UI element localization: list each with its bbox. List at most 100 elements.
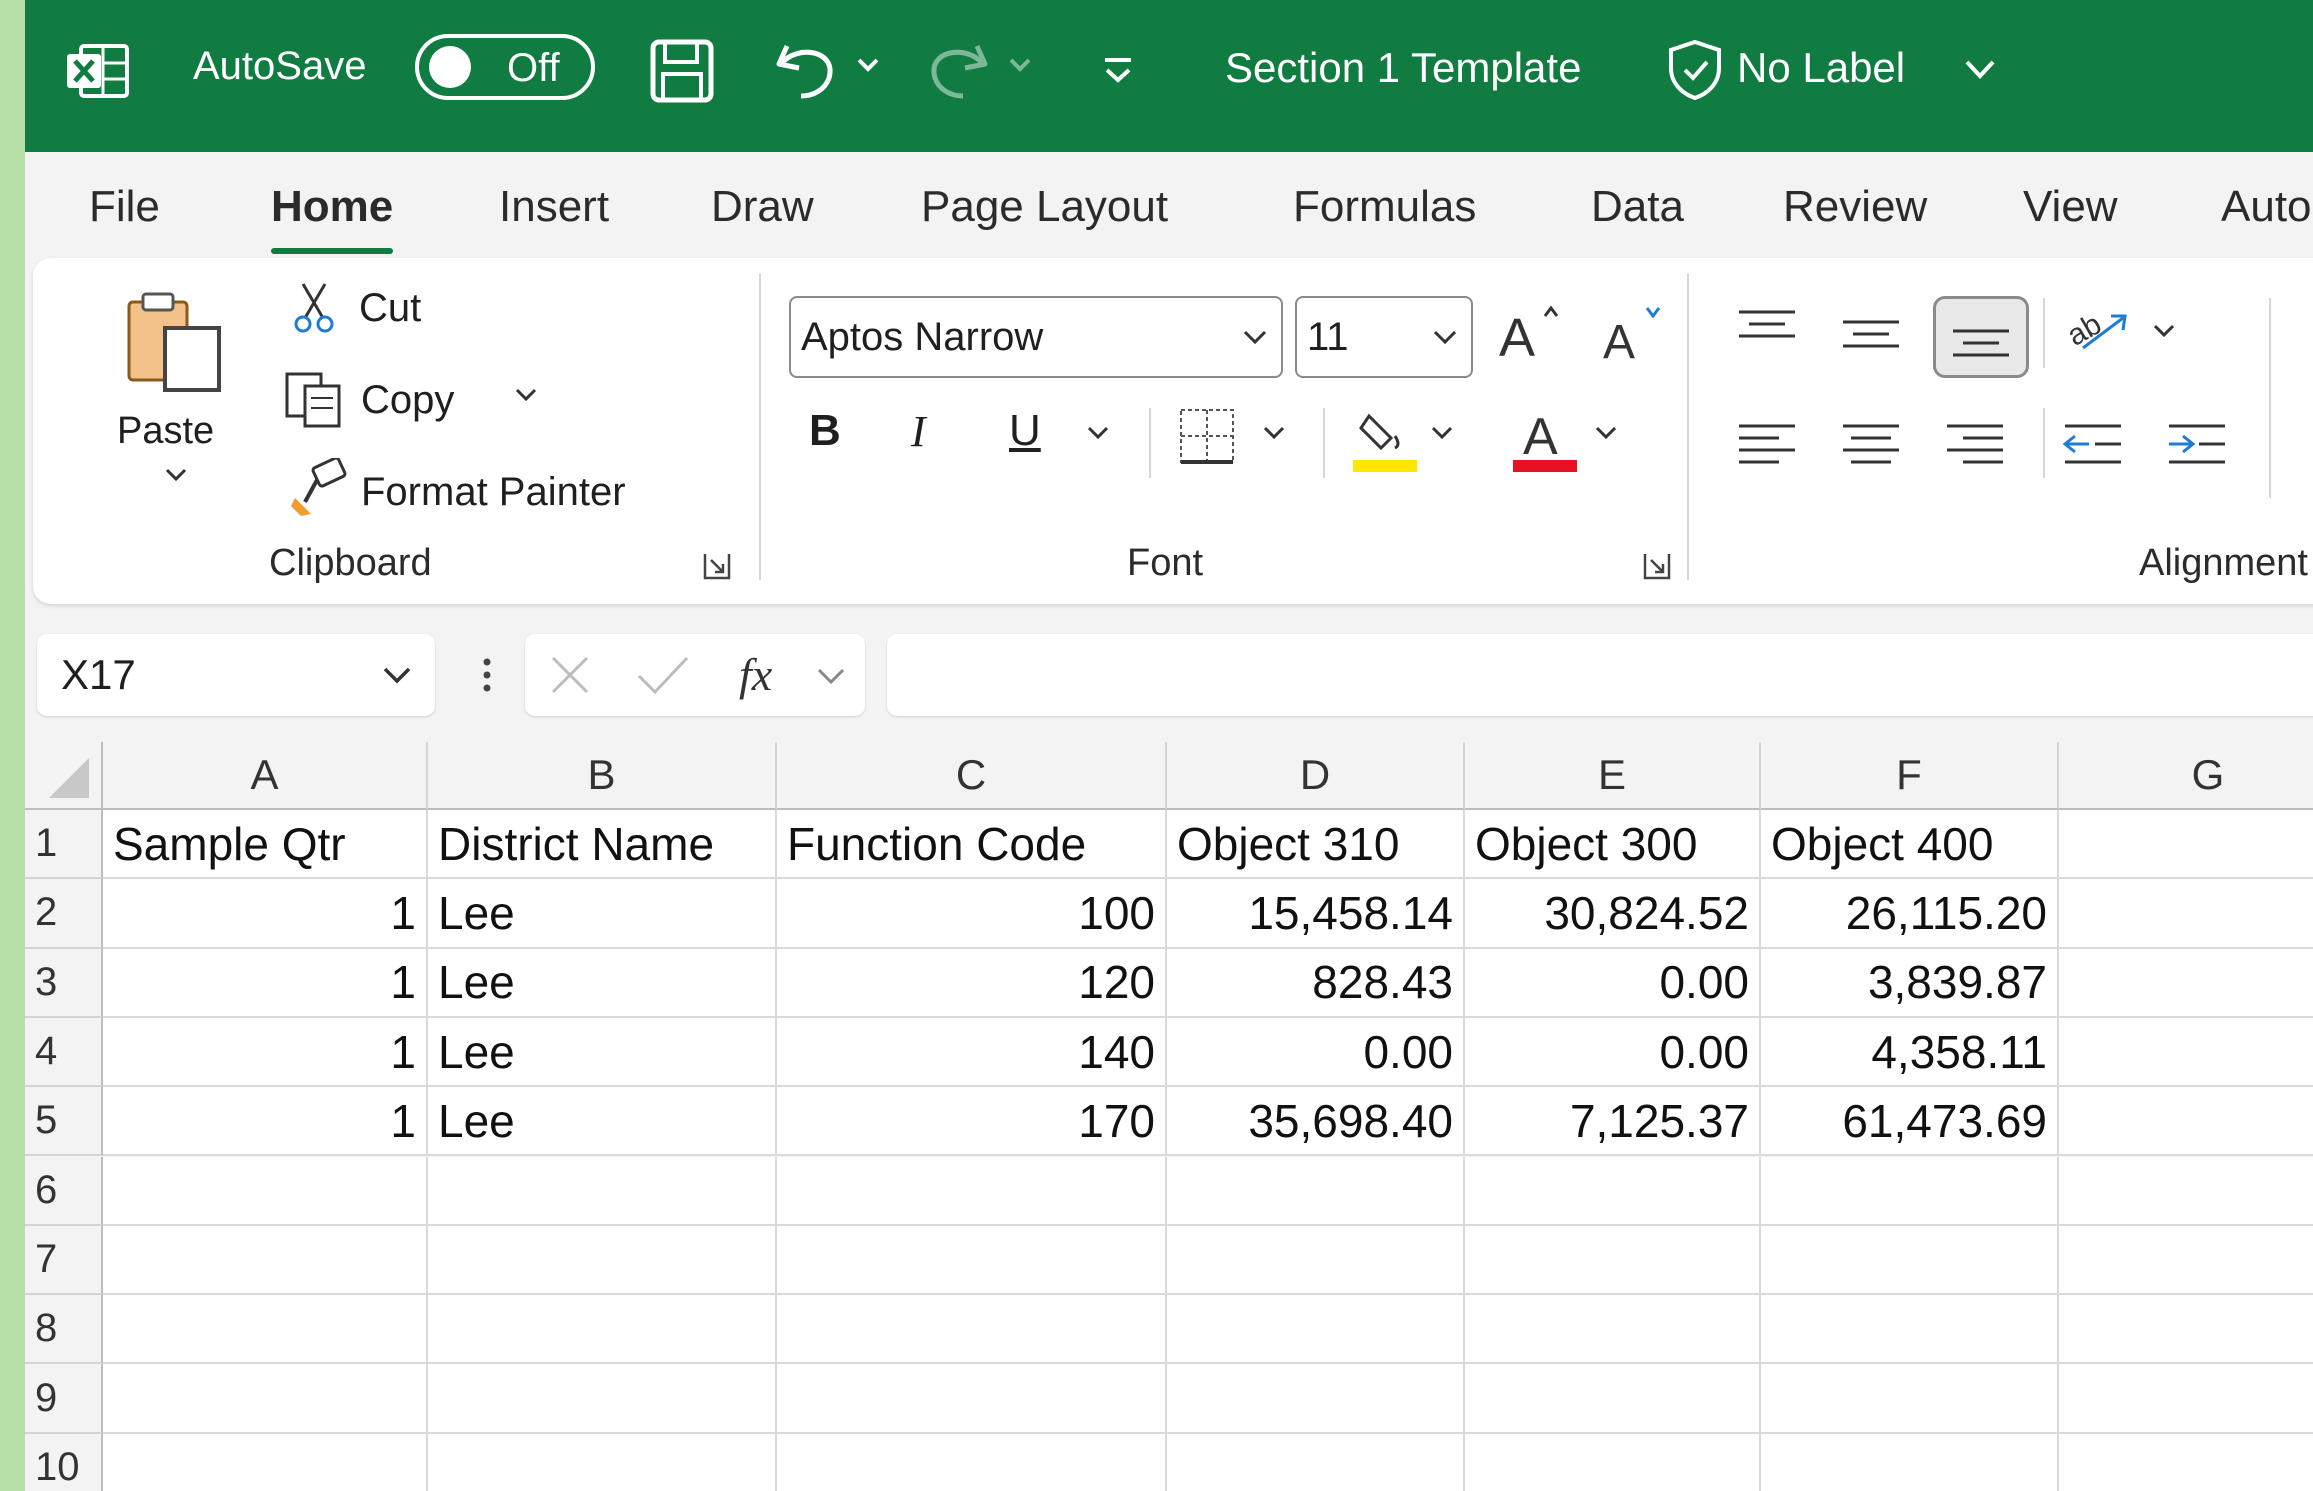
chevron-down-icon[interactable] — [1961, 56, 1999, 84]
align-top-icon[interactable] — [1735, 304, 1799, 352]
table-cell[interactable] — [777, 1225, 1167, 1296]
table-cell[interactable]: 170 — [777, 1087, 1167, 1157]
excel-logo-icon[interactable] — [63, 36, 133, 106]
table-cell[interactable]: 100 — [777, 879, 1167, 949]
font-size-combo[interactable]: 11 — [1295, 296, 1473, 378]
row-header[interactable]: 2 — [25, 879, 103, 949]
table-cell[interactable] — [2059, 1433, 2313, 1491]
tab-review[interactable]: Review — [1783, 182, 1927, 232]
chevron-down-icon[interactable] — [2149, 320, 2179, 344]
chevron-down-icon[interactable] — [1591, 422, 1621, 446]
dialog-launcher-icon[interactable] — [701, 550, 733, 582]
tab-automate[interactable]: Automate — [2221, 182, 2313, 232]
table-cell[interactable] — [103, 1156, 428, 1226]
column-header-b[interactable]: B — [428, 742, 777, 810]
table-cell[interactable] — [1761, 1225, 2059, 1296]
table-cell[interactable] — [1761, 1433, 2059, 1491]
row-header[interactable]: 4 — [25, 1017, 103, 1088]
chevron-down-icon[interactable] — [811, 660, 851, 694]
table-cell[interactable]: 1 — [103, 948, 428, 1018]
table-cell[interactable] — [428, 1433, 777, 1491]
chevron-down-icon[interactable] — [1427, 422, 1457, 446]
chevron-down-icon[interactable] — [511, 384, 541, 408]
column-header-c[interactable]: C — [777, 742, 1167, 810]
bold-button[interactable]: B — [809, 406, 841, 456]
font-color-icon[interactable]: A — [1511, 402, 1581, 478]
tab-data[interactable]: Data — [1591, 182, 1684, 232]
table-cell[interactable]: 26,115.20 — [1761, 879, 2059, 949]
table-cell[interactable] — [2059, 1364, 2313, 1434]
copy-button[interactable]: Copy — [361, 378, 454, 423]
table-cell[interactable] — [103, 1295, 428, 1365]
header-cell[interactable]: Object 300 — [1465, 810, 1761, 880]
table-cell[interactable]: Lee — [428, 948, 777, 1018]
tab-home[interactable]: Home — [271, 182, 394, 254]
table-cell[interactable] — [103, 1225, 428, 1296]
increase-font-size-icon[interactable]: A — [1493, 298, 1569, 374]
table-cell[interactable] — [2059, 948, 2313, 1018]
row-header[interactable]: 10 — [25, 1433, 103, 1491]
table-cell[interactable] — [777, 1295, 1167, 1365]
row-header[interactable]: 3 — [25, 948, 103, 1018]
column-header-g[interactable]: G — [2059, 742, 2313, 810]
table-cell[interactable] — [428, 1295, 777, 1365]
table-cell[interactable] — [103, 1364, 428, 1434]
tab-page-layout[interactable]: Page Layout — [921, 182, 1168, 232]
format-painter-icon[interactable] — [287, 458, 349, 518]
increase-indent-icon[interactable] — [2165, 420, 2229, 472]
table-cell[interactable]: 4,358.11 — [1761, 1017, 2059, 1088]
autosave-toggle[interactable]: Off — [415, 34, 595, 100]
tab-file[interactable]: File — [89, 182, 160, 232]
name-box[interactable]: X17 — [37, 634, 435, 716]
paste-button[interactable]: Paste — [117, 410, 214, 453]
chevron-down-icon[interactable] — [1083, 422, 1113, 446]
table-cell[interactable] — [1465, 1364, 1761, 1434]
font-name-combo[interactable]: Aptos Narrow — [789, 296, 1283, 378]
chevron-down-icon[interactable] — [1259, 422, 1289, 446]
table-cell[interactable]: 1 — [103, 1087, 428, 1157]
document-title[interactable]: Section 1 Template — [1225, 44, 1581, 92]
header-cell[interactable]: Function Code — [777, 810, 1167, 880]
column-header-a[interactable]: A — [103, 742, 428, 810]
select-all-corner[interactable] — [25, 742, 103, 810]
column-header-d[interactable]: D — [1167, 742, 1465, 810]
table-cell[interactable]: Lee — [428, 1087, 777, 1157]
paste-icon[interactable] — [119, 288, 229, 398]
dialog-launcher-icon[interactable] — [1641, 550, 1673, 582]
table-cell[interactable]: 7,125.37 — [1465, 1087, 1761, 1157]
tab-formulas[interactable]: Formulas — [1293, 182, 1476, 232]
table-cell[interactable]: 35,698.40 — [1167, 1087, 1465, 1157]
italic-button[interactable]: I — [911, 406, 926, 457]
table-cell[interactable] — [1167, 1433, 1465, 1491]
table-cell[interactable] — [1761, 1295, 2059, 1365]
tab-insert[interactable]: Insert — [499, 182, 609, 232]
insert-function-button[interactable]: fx — [739, 648, 772, 701]
header-cell[interactable]: District Name — [428, 810, 777, 880]
table-cell[interactable]: 61,473.69 — [1761, 1087, 2059, 1157]
table-cell[interactable] — [2059, 1295, 2313, 1365]
customize-qat-icon[interactable] — [1093, 50, 1143, 90]
tab-view[interactable]: View — [2023, 182, 2118, 232]
align-bottom-icon[interactable] — [1933, 296, 2029, 378]
row-header[interactable]: 9 — [25, 1364, 103, 1434]
column-header-f[interactable]: F — [1761, 742, 2059, 810]
table-cell[interactable] — [1761, 1156, 2059, 1226]
table-cell[interactable]: 30,824.52 — [1465, 879, 1761, 949]
table-cell[interactable] — [1465, 1225, 1761, 1296]
enter-icon[interactable] — [633, 652, 693, 698]
table-cell[interactable]: 828.43 — [1167, 948, 1465, 1018]
table-cell[interactable]: Lee — [428, 879, 777, 949]
tab-draw[interactable]: Draw — [711, 182, 814, 232]
formula-input[interactable] — [887, 634, 2313, 716]
chevron-down-icon[interactable] — [375, 653, 419, 697]
copy-icon[interactable] — [283, 370, 349, 430]
row-header[interactable]: 6 — [25, 1156, 103, 1226]
chevron-down-icon[interactable] — [853, 50, 883, 80]
table-cell[interactable] — [2059, 1156, 2313, 1226]
more-options-icon[interactable] — [477, 650, 497, 700]
header-cell[interactable]: Object 400 — [1761, 810, 2059, 880]
table-cell[interactable] — [1761, 1364, 2059, 1434]
table-cell[interactable] — [428, 1225, 777, 1296]
table-cell[interactable]: 1 — [103, 1017, 428, 1088]
row-header[interactable]: 7 — [25, 1225, 103, 1296]
